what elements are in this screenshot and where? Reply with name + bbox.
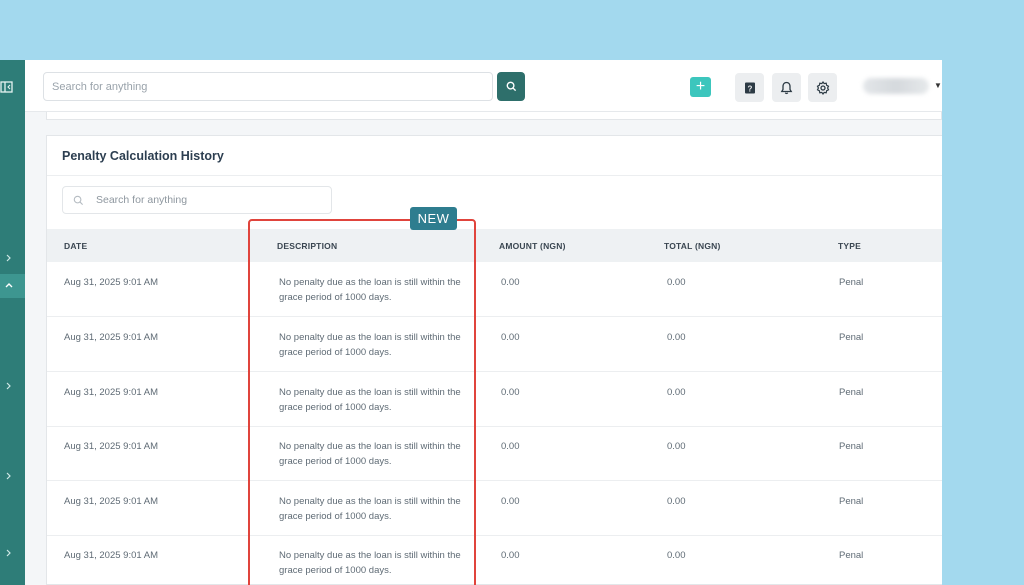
cell-total: 0.00 <box>667 387 686 398</box>
cell-total: 0.00 <box>667 441 686 452</box>
help-button[interactable]: ? <box>735 73 764 102</box>
card-title: Penalty Calculation History <box>62 149 224 163</box>
cell-type: Penal <box>839 441 864 452</box>
search-icon <box>506 81 516 92</box>
cell-date: Aug 31, 2025 9:01 AM <box>64 441 159 452</box>
chevron-right-icon[interactable] <box>4 381 14 391</box>
add-button[interactable]: + <box>690 77 711 97</box>
cell-type: Penal <box>839 496 864 507</box>
chevron-right-icon[interactable] <box>4 253 14 263</box>
cell-date: Aug 31, 2025 9:01 AM <box>64 332 159 343</box>
divider <box>47 175 942 176</box>
chevron-up-icon[interactable] <box>4 281 14 291</box>
cell-date: Aug 31, 2025 9:01 AM <box>64 550 159 561</box>
summary-panel-edge <box>46 112 942 120</box>
column-header-type[interactable]: TYPE <box>838 241 861 251</box>
cell-date: Aug 31, 2025 9:01 AM <box>64 277 159 288</box>
search-button[interactable] <box>497 72 525 101</box>
description-highlight-frame <box>248 219 476 585</box>
cell-amount: 0.00 <box>501 441 520 452</box>
sidebar-toggle-icon[interactable] <box>0 80 14 94</box>
bell-icon <box>780 81 793 94</box>
table-row[interactable]: Aug 31, 2025 9:01 AM No penalty due as t… <box>47 317 942 372</box>
cell-amount: 0.00 <box>501 550 520 561</box>
cell-type: Penal <box>839 332 864 343</box>
caret-down-icon[interactable]: ▼ <box>934 81 942 90</box>
table-row[interactable]: Aug 31, 2025 9:01 AM No penalty due as t… <box>47 481 942 536</box>
cell-total: 0.00 <box>667 277 686 288</box>
cell-amount: 0.00 <box>501 277 520 288</box>
top-bar: + ? ▼ <box>25 60 942 112</box>
table-row[interactable]: Aug 31, 2025 9:01 AM No penalty due as t… <box>47 426 942 481</box>
cell-amount: 0.00 <box>501 332 520 343</box>
cell-total: 0.00 <box>667 496 686 507</box>
svg-text:?: ? <box>747 84 752 93</box>
table-search-input[interactable] <box>63 187 331 213</box>
chevron-right-icon[interactable] <box>4 548 14 558</box>
sidebar <box>0 60 25 585</box>
column-header-total[interactable]: TOTAL (NGN) <box>664 241 721 251</box>
table-search <box>62 186 332 214</box>
table-row[interactable]: Aug 31, 2025 9:01 AM No penalty due as t… <box>47 372 942 427</box>
table-header: DATE DESCRIPTION AMOUNT (NGN) TOTAL (NGN… <box>47 229 942 262</box>
global-search-input[interactable] <box>44 73 492 100</box>
cell-type: Penal <box>839 550 864 561</box>
settings-button[interactable] <box>808 73 837 102</box>
new-badge: NEW <box>410 207 457 230</box>
cell-amount: 0.00 <box>501 387 520 398</box>
cell-type: Penal <box>839 387 864 398</box>
cell-amount: 0.00 <box>501 496 520 507</box>
help-book-icon: ? <box>744 82 755 93</box>
global-search <box>43 72 493 101</box>
notifications-button[interactable] <box>772 73 801 102</box>
cell-total: 0.00 <box>667 550 686 561</box>
column-header-date[interactable]: DATE <box>64 241 87 251</box>
chevron-right-icon[interactable] <box>4 471 14 481</box>
gear-icon <box>816 80 829 95</box>
user-menu[interactable] <box>863 78 929 94</box>
penalty-history-card: Penalty Calculation History DATE DESCRIP… <box>46 135 942 585</box>
table-row[interactable]: Aug 31, 2025 9:01 AM No penalty due as t… <box>47 535 942 585</box>
column-header-amount[interactable]: AMOUNT (NGN) <box>499 241 566 251</box>
cell-date: Aug 31, 2025 9:01 AM <box>64 496 159 507</box>
table-row[interactable]: Aug 31, 2025 9:01 AM No penalty due as t… <box>47 262 942 317</box>
cell-total: 0.00 <box>667 332 686 343</box>
cell-type: Penal <box>839 277 864 288</box>
cell-date: Aug 31, 2025 9:01 AM <box>64 387 159 398</box>
search-icon <box>73 195 84 206</box>
